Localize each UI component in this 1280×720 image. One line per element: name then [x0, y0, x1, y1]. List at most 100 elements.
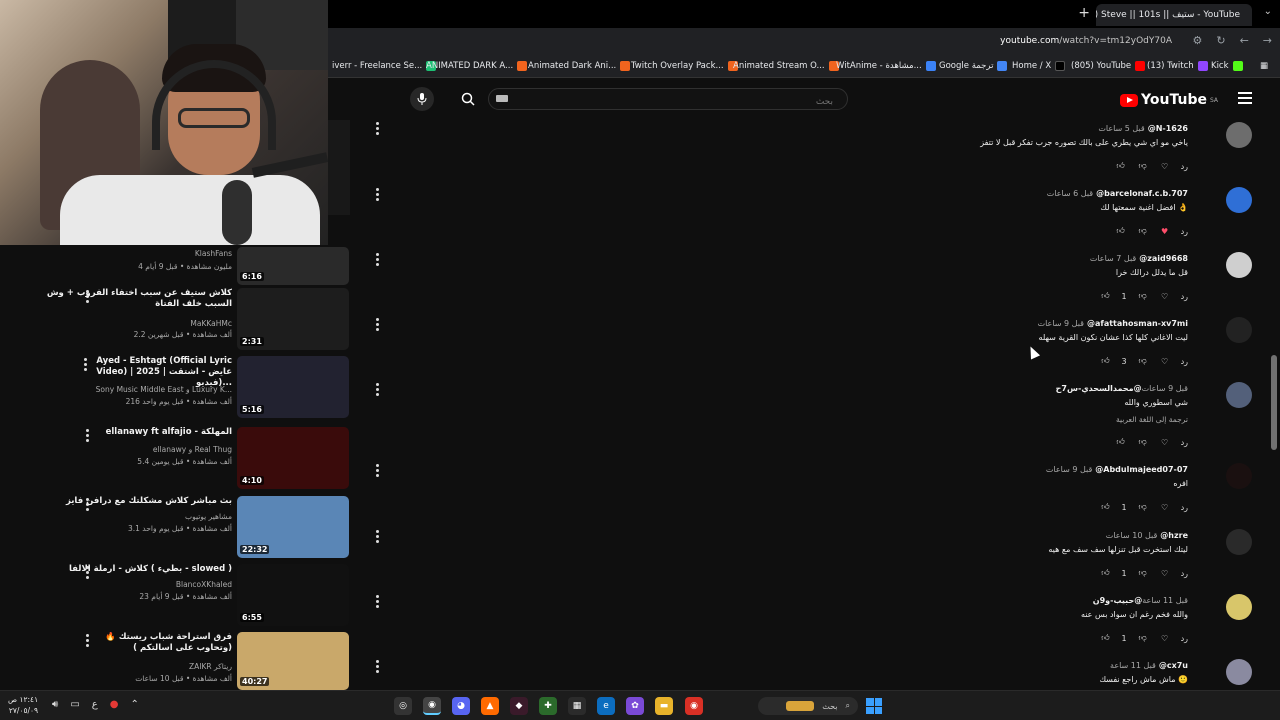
video-title[interactable]: ellanawy ft alfajio - المهلكة [32, 427, 232, 438]
copilot-icon[interactable]: ✿ [626, 697, 644, 715]
back-icon[interactable]: ← [1240, 34, 1249, 47]
channel-name[interactable]: KlashFans [32, 249, 232, 258]
heart-icon[interactable]: ♡ [1159, 436, 1171, 448]
avatar[interactable] [1226, 317, 1252, 343]
dislike-icon[interactable]: 👎︎ [1137, 567, 1149, 579]
bookmark-item[interactable]: Animated Stream O... [733, 61, 839, 71]
discord-icon[interactable]: ◕ [452, 697, 470, 715]
video-title[interactable]: فرق استراحة شباب ريستك 🔥 (وتحاوب على اسا… [92, 632, 232, 654]
reload-icon[interactable]: ↻ [1216, 34, 1225, 47]
comment-author[interactable]: @cx7u [1159, 661, 1188, 670]
avatar[interactable] [1226, 382, 1252, 408]
like-icon[interactable]: 👍︎ [1099, 290, 1111, 302]
comment-more-options-icon[interactable] [376, 122, 380, 137]
creator-heart-icon[interactable]: ♥ [1159, 225, 1171, 237]
translate-link[interactable]: ترجمة إلى اللغة العربية [1116, 415, 1188, 424]
video-thumbnail[interactable]: 4:10 [237, 427, 349, 489]
like-icon[interactable]: 👍︎ [1115, 160, 1127, 172]
page-settings-icon[interactable]: ⚙ [1192, 34, 1202, 47]
reply-button[interactable]: رد [1181, 634, 1188, 643]
suggested-video[interactable]: 4:10 ellanawy ft alfajio - المهلكة ellan… [0, 427, 350, 493]
video-thumbnail[interactable]: 40:27 [237, 632, 349, 690]
comment-author[interactable]: @barcelonaf.c.b.707 [1096, 189, 1188, 198]
store-icon[interactable]: ▦ [568, 697, 586, 715]
dislike-icon[interactable]: 👎︎ [1137, 160, 1149, 172]
heart-icon[interactable]: ♡ [1159, 501, 1171, 513]
menu-icon[interactable] [1238, 92, 1252, 104]
like-icon[interactable]: 👍︎ [1099, 501, 1111, 513]
comment-more-options-icon[interactable] [376, 383, 380, 398]
dislike-icon[interactable]: 👎︎ [1137, 355, 1149, 367]
comment-author[interactable]: @N-1626 [1148, 124, 1188, 133]
edge-icon[interactable]: e [597, 697, 615, 715]
forward-icon[interactable]: → [1263, 34, 1272, 47]
video-thumbnail[interactable]: 22:32 [237, 496, 349, 558]
like-icon[interactable]: 👍︎ [1099, 567, 1111, 579]
taskbar-search[interactable]: بحث ⌕ [758, 697, 858, 715]
volume-icon[interactable]: 🔊︎ [52, 699, 58, 710]
bookmark-item[interactable]: Kick [1211, 61, 1243, 71]
comment-author[interactable]: @zaid9668 [1139, 254, 1188, 263]
dislike-icon[interactable]: 👎︎ [1137, 290, 1149, 302]
premiere-icon[interactable]: ◆ [510, 697, 528, 715]
dislike-icon[interactable]: 👎︎ [1137, 501, 1149, 513]
like-icon[interactable]: 👍︎ [1115, 436, 1127, 448]
reply-button[interactable]: رد [1181, 292, 1188, 301]
search-button[interactable] [452, 88, 484, 110]
bookmark-item[interactable]: WitAnime - مشاهدة... [836, 61, 936, 71]
obs-icon[interactable]: ✚ [539, 697, 557, 715]
video-title[interactable]: كلاش - ارملة الالفا ( بطيء - slowed ) [32, 564, 232, 575]
comment-author[interactable]: @hzre [1160, 531, 1188, 540]
avatar[interactable] [1226, 187, 1252, 213]
new-tab-button[interactable]: + [1078, 5, 1090, 21]
channel-name[interactable]: ellanawy و Real Thug [32, 445, 232, 454]
bookmarks-menu-icon[interactable]: ▦ [1260, 61, 1268, 71]
bookmark-item[interactable]: (805) YouTube [1071, 61, 1146, 71]
like-icon[interactable]: 👍︎ [1099, 632, 1111, 644]
video-thumbnail[interactable]: 2:31 [237, 288, 349, 350]
keyboard-icon[interactable] [496, 95, 508, 102]
reply-button[interactable]: رد [1181, 162, 1188, 171]
suggested-video[interactable]: 22:32 بث مباشر كلاش مشكلتك مع درافن فايز… [0, 496, 350, 562]
display-icon[interactable]: ▭ [70, 699, 79, 710]
suggested-video[interactable]: 6:55 كلاش - ارملة الالفا ( بطيء - slowed… [0, 564, 350, 630]
comment-author[interactable]: @محمدالسحدي-س7ح [1056, 384, 1142, 393]
video-thumbnail[interactable]: 5:16 [237, 356, 349, 418]
comment-more-options-icon[interactable] [376, 595, 380, 610]
windows-start-button[interactable] [866, 698, 882, 714]
dislike-icon[interactable]: 👎︎ [1137, 436, 1149, 448]
url-field[interactable]: youtube.com/watch?v=tm12yOdY70A [1000, 36, 1172, 46]
avatar[interactable] [1226, 122, 1252, 148]
task-view-icon[interactable]: ◎ [394, 697, 412, 715]
heart-icon[interactable]: ♡ [1159, 355, 1171, 367]
comment-author[interactable]: @Abdulmajeed07-07 [1095, 465, 1188, 474]
video-thumbnail[interactable]: 6:55 [237, 564, 349, 626]
bookmark-item[interactable]: Twitch Overlay Pack... [631, 61, 738, 71]
reply-button[interactable]: رد [1181, 438, 1188, 447]
comment-more-options-icon[interactable] [376, 530, 380, 545]
browser-tab-active[interactable]: ✕ (77) Steve || 101s || ستيف - YouTube [1096, 4, 1252, 26]
tab-search-icon[interactable]: ⌄ [1264, 6, 1272, 17]
bookmark-item[interactable]: Home / X [1012, 61, 1066, 71]
avatar[interactable] [1226, 463, 1252, 489]
bookmark-item[interactable]: Animated Dark Ani... [528, 61, 631, 71]
avatar[interactable] [1226, 252, 1252, 278]
scrollbar-thumb[interactable] [1271, 355, 1277, 450]
dislike-icon[interactable]: 👎︎ [1137, 225, 1149, 237]
voice-search-button[interactable] [410, 87, 434, 111]
avatar[interactable] [1226, 659, 1252, 685]
avatar[interactable] [1226, 594, 1252, 620]
comment-more-options-icon[interactable] [376, 188, 380, 203]
comment-more-options-icon[interactable] [376, 464, 380, 479]
comment-more-options-icon[interactable] [376, 253, 380, 268]
heart-icon[interactable]: ♡ [1159, 632, 1171, 644]
video-title[interactable]: كلاش ستيف عن سبب اختفاء الفروب + وش السب… [32, 288, 232, 310]
comment-more-options-icon[interactable] [376, 660, 380, 675]
comment-author[interactable]: @حبيب-و9ن [1093, 596, 1142, 605]
more-options-icon[interactable] [86, 634, 90, 649]
system-clock[interactable]: ١٢:٤١ ص ٢٧/٠٥/٠٩ [8, 694, 38, 716]
reply-button[interactable]: رد [1181, 357, 1188, 366]
tray-expand-icon[interactable]: ⌃ [130, 699, 138, 710]
suggested-video[interactable]: 5:16 Ayed - Eshtagt (Official Lyric Vide… [0, 356, 350, 422]
bookmark-item[interactable]: (13) Twitch [1147, 61, 1208, 71]
